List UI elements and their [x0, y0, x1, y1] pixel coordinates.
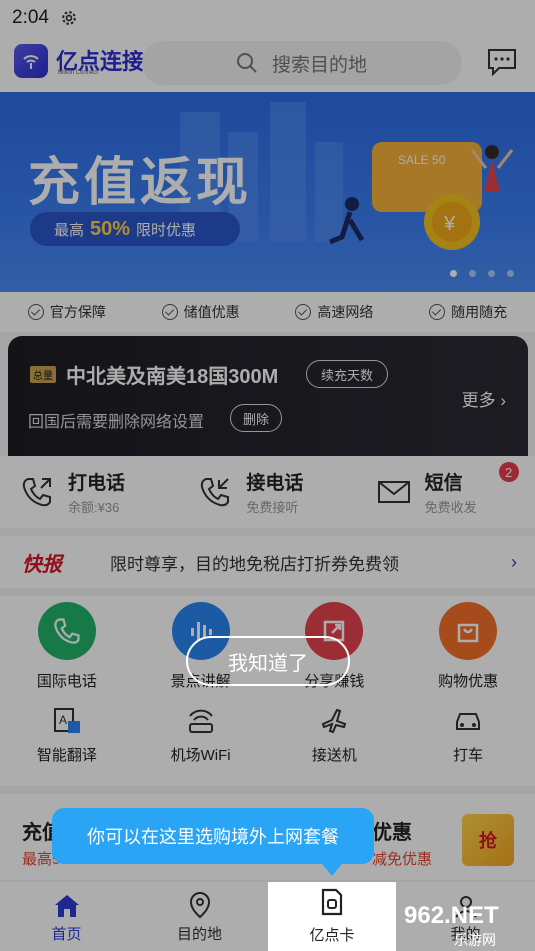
check-circle-icon — [295, 304, 312, 320]
app-logo-icon — [14, 44, 48, 78]
banner-dot — [450, 270, 457, 277]
svg-text:A: A — [59, 713, 67, 727]
sms-button[interactable]: 短信 免费收发 2 — [357, 456, 535, 528]
status-time: 2:04 — [12, 7, 49, 28]
check-circle-icon — [429, 304, 446, 320]
chevron-right-icon: › — [511, 552, 517, 572]
news-text: 限时尊享，目的地免税店打折券免费领 — [110, 555, 399, 574]
wifi-router-icon — [188, 709, 213, 733]
guarantee-item: 官方保障 — [27, 302, 106, 322]
watermark-sub: 乐游网 — [454, 932, 496, 948]
phone-outgoing-icon — [22, 478, 51, 507]
home-icon — [54, 895, 79, 917]
calls-row: 打电话 余额:¥36 接电话 免费接听 短信 免费收发 2 — [0, 456, 535, 528]
ticket-text: SALE 50 — [398, 153, 446, 167]
translate-icon: A — [53, 708, 80, 733]
banner-dot — [507, 270, 514, 277]
tab-label: 亿点卡 — [309, 927, 355, 944]
phone-incoming-icon — [201, 478, 230, 507]
service-label: 购物优惠 — [438, 673, 499, 690]
promo-grab-badge: 抢 — [462, 814, 514, 866]
banner-dot — [469, 270, 476, 277]
shopping-bag-icon — [439, 602, 498, 660]
tab-label: 首页 — [51, 926, 82, 943]
renew-days-button[interactable]: 续充天数 — [306, 360, 389, 388]
banner-discount-pill: 最高 50% 限时优惠 — [30, 212, 240, 246]
promo-right-sub: 减免优惠 — [372, 851, 433, 868]
service-label: 国际电话 — [36, 673, 97, 690]
plan-tag: 总量 — [30, 366, 56, 383]
location-pin-icon — [189, 891, 210, 919]
service-airport-wifi[interactable]: 机场WiFi — [141, 706, 261, 765]
sms-sub: 免费收发 — [424, 500, 477, 515]
tab-billion-card[interactable]: 亿点卡 — [268, 882, 396, 951]
guarantee-label: 官方保障 — [49, 304, 106, 320]
check-circle-icon — [27, 304, 44, 320]
settings-gear-icon — [62, 11, 76, 25]
sms-label: 短信 — [424, 473, 463, 494]
news-logo: 快报 — [22, 554, 62, 576]
make-call-label: 打电话 — [68, 473, 126, 494]
service-label: 接送机 — [311, 747, 357, 764]
sms-unread-badge: 2 — [498, 462, 519, 482]
svg-text:¥: ¥ — [443, 213, 456, 235]
receive-call-label: 接电话 — [246, 473, 304, 494]
search-icon — [237, 53, 257, 73]
app-header: 亿点连接 Billion Connect 搜索目的地 — [0, 36, 535, 92]
search-placeholder: 搜索目的地 — [272, 54, 368, 76]
balance-text: 余额:¥36 — [68, 500, 120, 515]
receive-call-sub: 免费接听 — [246, 500, 299, 515]
services-grid: 国际电话 景点讲解 分享赚钱 购物优惠 A 智能翻译 机场WiFi 接送机 打车 — [0, 596, 535, 786]
tab-label: 目的地 — [176, 926, 222, 943]
message-icon[interactable] — [487, 48, 517, 76]
promo-right-title: 优惠 — [372, 822, 412, 844]
service-shopping-deals[interactable]: 购物优惠 — [408, 602, 528, 691]
watermark-main: 962.NET — [404, 902, 499, 929]
check-circle-icon — [161, 304, 178, 320]
plan-note: 回国后需要删除网络设置 — [28, 414, 205, 431]
airplane-icon — [322, 708, 347, 734]
promo-banner[interactable]: SALE 50 ¥ 充值返现 最高 50% 限时优惠 — [0, 92, 535, 292]
banner-dot — [488, 270, 495, 277]
onboarding-tooltip: 你可以在这里选购境外上网套餐 — [52, 808, 374, 876]
service-label: 机场WiFi — [170, 747, 231, 764]
banner-pill-prefix: 最高 — [54, 221, 85, 239]
active-plan-card[interactable]: 总量 中北美及南美18国300M 续充天数 回国后需要删除网络设置 删除 更多 … — [8, 336, 528, 456]
delete-button[interactable]: 删除 — [230, 404, 283, 432]
receive-call-button[interactable]: 接电话 免费接听 — [178, 456, 356, 528]
guarantee-item: 高速网络 — [295, 302, 373, 322]
banner-pill-percent: 50% — [90, 217, 131, 240]
site-watermark: 962.NET 乐游网 — [396, 900, 535, 951]
service-intl-call[interactable]: 国际电话 — [7, 602, 127, 691]
guarantee-label: 储值优惠 — [183, 304, 240, 320]
banner-pagination — [450, 270, 514, 277]
sim-card-icon — [321, 888, 343, 916]
news-ticker[interactable]: 快报 限时尊享，目的地免税店打折券免费领 › — [0, 536, 535, 588]
more-label: 更多 — [461, 391, 496, 410]
got-it-button[interactable]: 我知道了 — [186, 636, 350, 686]
service-label: 打车 — [453, 747, 484, 764]
banner-title: 充值返现 — [28, 154, 253, 212]
plan-title: 中北美及南美18国300M — [66, 366, 279, 388]
tab-destination[interactable]: 目的地 — [133, 882, 266, 951]
phone-icon — [37, 602, 96, 660]
more-link[interactable]: 更多 › — [462, 386, 506, 411]
service-label: 智能翻译 — [36, 747, 97, 764]
guarantee-strip: 官方保障 储值优惠 高速网络 随用随充 — [0, 292, 535, 332]
car-icon — [456, 713, 481, 730]
guarantee-label: 高速网络 — [317, 304, 374, 320]
make-call-button[interactable]: 打电话 余额:¥36 — [0, 456, 178, 528]
status-bar: 2:04 — [0, 0, 535, 36]
guarantee-item: 随用随充 — [429, 302, 507, 322]
banner-pill-suffix: 限时优惠 — [136, 221, 197, 239]
guarantee-label: 随用随充 — [451, 304, 508, 320]
guarantee-item: 储值优惠 — [161, 302, 240, 322]
service-taxi[interactable]: 打车 — [408, 706, 528, 765]
tab-home[interactable]: 首页 — [0, 882, 133, 951]
service-airport-transfer[interactable]: 接送机 — [274, 706, 394, 765]
envelope-icon — [377, 481, 410, 503]
app-logo-subtext: Billion Connect — [58, 70, 99, 76]
service-translate[interactable]: A 智能翻译 — [7, 706, 127, 765]
search-bar[interactable]: 搜索目的地 — [142, 41, 462, 85]
